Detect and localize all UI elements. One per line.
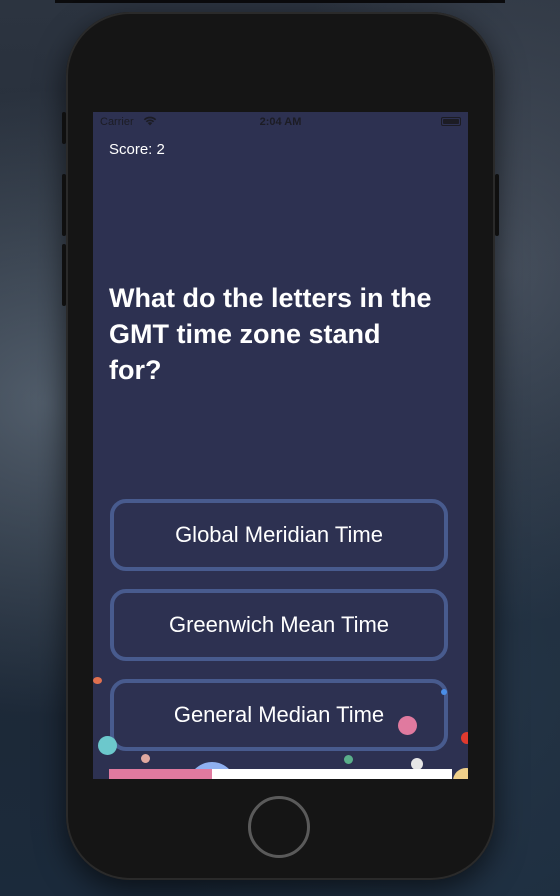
mute-switch bbox=[62, 112, 66, 144]
answer-button-2[interactable]: Greenwich Mean Time bbox=[110, 589, 448, 661]
battery-level bbox=[443, 119, 459, 124]
answer-button-3[interactable]: General Median Time bbox=[110, 679, 448, 751]
question-text: What do the letters in the GMT time zone… bbox=[109, 283, 432, 385]
answer-button-1[interactable]: Global Meridian Time bbox=[110, 499, 448, 571]
power-button bbox=[495, 174, 499, 236]
confetti-dot bbox=[453, 768, 468, 779]
progress-fill bbox=[109, 769, 212, 779]
status-clock: 2:04 AM bbox=[259, 116, 302, 128]
confetti-dot bbox=[93, 677, 102, 684]
status-bar: Carrier 2:04 AM bbox=[93, 112, 468, 132]
volume-down-button bbox=[62, 244, 66, 306]
confetti-dot bbox=[398, 716, 417, 735]
score-label: Score: 2 bbox=[109, 141, 165, 158]
confetti-dot bbox=[344, 755, 353, 764]
confetti-dot bbox=[98, 736, 117, 755]
progress-bar bbox=[109, 769, 452, 779]
window-edge bbox=[55, 0, 505, 3]
home-button[interactable] bbox=[248, 796, 310, 858]
app-screen: Carrier 2:04 AM Score: 2 What do the let… bbox=[93, 112, 468, 779]
battery-icon bbox=[441, 117, 461, 126]
confetti-dot bbox=[141, 754, 150, 763]
volume-up-button bbox=[62, 174, 66, 236]
confetti-dot bbox=[441, 689, 447, 695]
confetti-dot bbox=[461, 732, 468, 744]
